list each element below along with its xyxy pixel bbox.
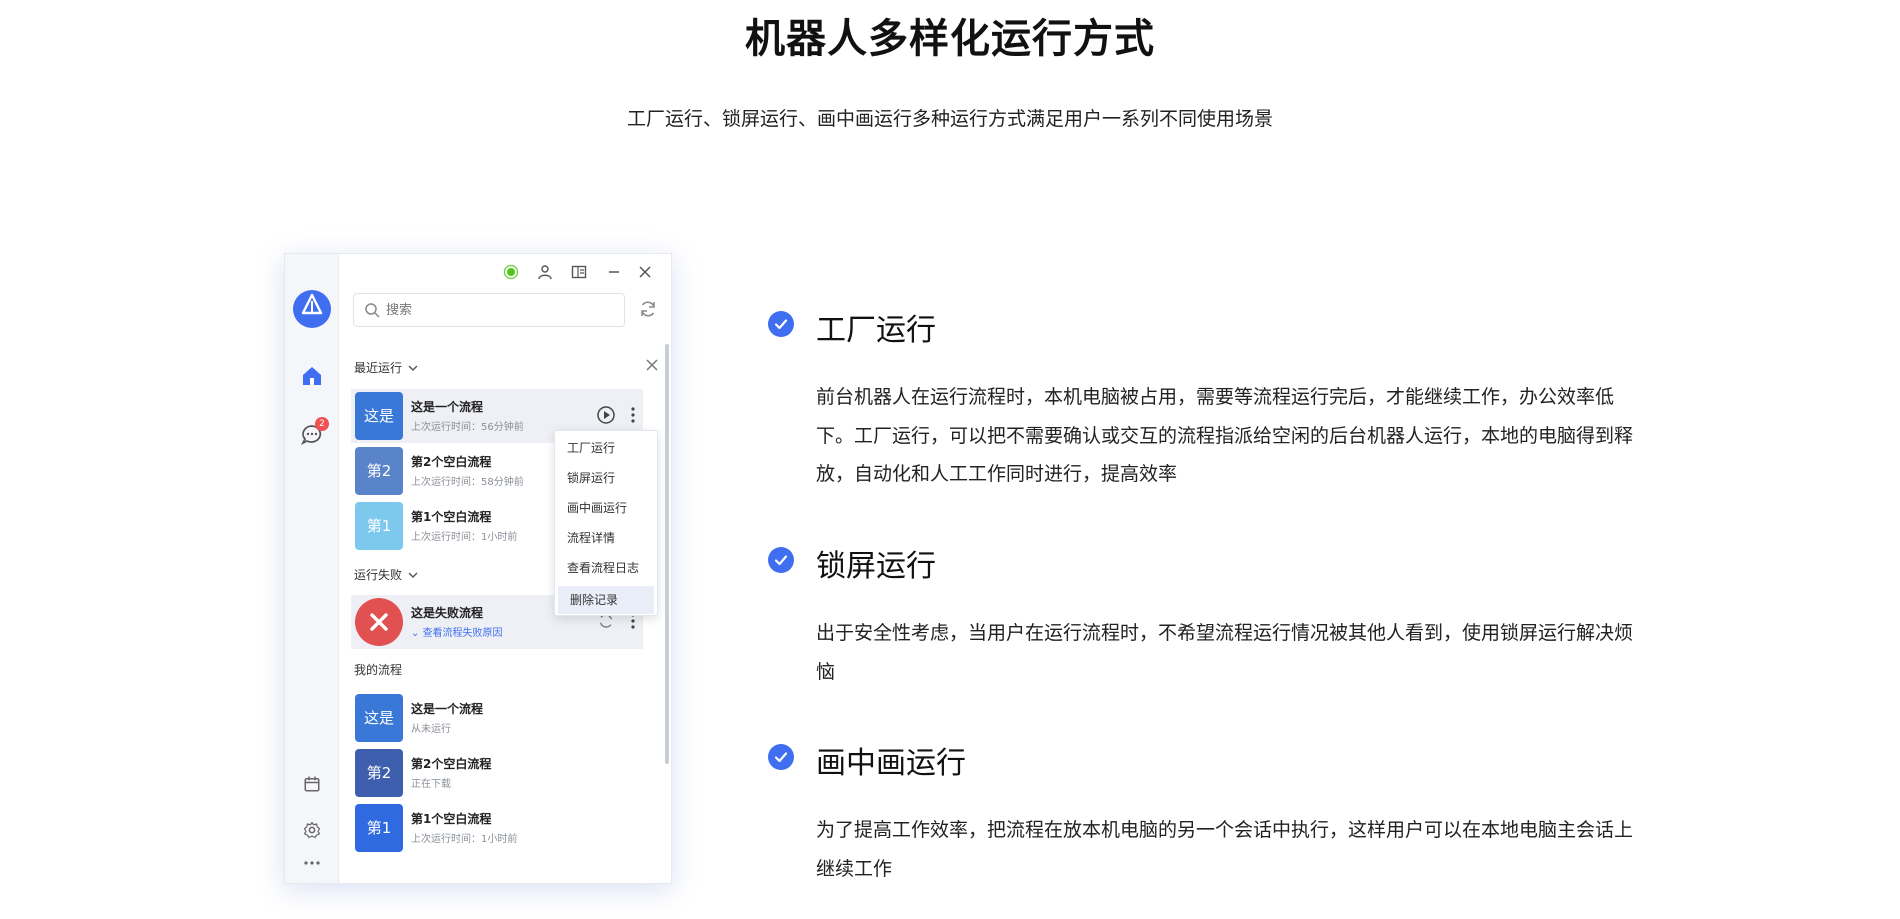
flow-thumb: 第1: [355, 502, 403, 550]
search-icon: [364, 302, 380, 322]
chevron-down-icon: [408, 365, 418, 371]
recent-section-label[interactable]: 最近运行: [354, 359, 418, 376]
title-bar: [339, 254, 671, 290]
list-item[interactable]: 这是 这是一个流程 从未运行: [351, 691, 643, 745]
list-item[interactable]: 第2 第2个空白流程 正在下载: [351, 746, 643, 800]
search-box[interactable]: [353, 293, 625, 327]
user-icon[interactable]: [536, 263, 554, 281]
flow-thumb: 这是: [355, 694, 403, 742]
more-icon[interactable]: [299, 850, 325, 876]
flow-subtitle: 从未运行: [411, 724, 451, 735]
check-circle-icon: [768, 744, 794, 770]
feature-title: 工厂运行: [816, 313, 936, 348]
error-icon: [355, 598, 403, 646]
flow-thumb: 第1: [355, 804, 403, 852]
app-logo[interactable]: [293, 290, 331, 328]
flow-title: 第2个空白流程: [411, 455, 492, 469]
message-badge: 2: [315, 417, 329, 431]
check-circle-icon: [768, 311, 794, 337]
flow-title: 第1个空白流程: [411, 812, 492, 826]
menu-item-flow-details[interactable]: 流程详情: [555, 524, 657, 552]
feature-description: 为了提高工作效率，把流程在放本机电脑的另一个会话中执行，这样用户可以在本地电脑主…: [816, 819, 1634, 880]
feature-title: 锁屏运行: [816, 549, 936, 584]
failed-section-label[interactable]: 运行失败: [354, 566, 418, 583]
menu-item-delete-record[interactable]: 删除记录: [558, 586, 654, 614]
flow-thumb: 第2: [355, 749, 403, 797]
logo-icon: [301, 293, 323, 315]
menu-item-factory-run[interactable]: 工厂运行: [555, 434, 657, 462]
close-recent-icon[interactable]: [645, 357, 659, 376]
calendar-icon[interactable]: [299, 771, 325, 797]
flow-subtitle: 上次运行时间：56分钟前: [411, 422, 524, 433]
feature-description: 前台机器人在运行流程时，本机电脑被占用，需要等流程运行完后，才能继续工作，办公效…: [816, 386, 1634, 485]
minimize-icon[interactable]: [605, 263, 623, 281]
menu-item-lock-screen-run[interactable]: 锁屏运行: [555, 464, 657, 492]
flow-subtitle: 上次运行时间：1小时前: [411, 834, 518, 845]
page-title: 机器人多样化运行方式: [745, 16, 1155, 62]
list-item[interactable]: 第1 第1个空白流程 上次运行时间：1小时前: [351, 801, 643, 855]
close-icon[interactable]: [636, 263, 654, 281]
my-flows-section-label: 我的流程: [354, 663, 403, 677]
chevron-down-icon: ⌄: [411, 628, 423, 639]
feature-title: 画中画运行: [816, 746, 966, 781]
flow-title: 这是一个流程: [411, 400, 484, 414]
flow-subtitle: 上次运行时间：58分钟前: [411, 477, 524, 488]
menu-item-pip-run[interactable]: 画中画运行: [555, 494, 657, 522]
app-window-preview: 2 搜索 最近运行 这是 这是一个流程 上次运行时间：56分钟前 第2 第2个空…: [284, 253, 672, 884]
flow-subtitle: 上次运行时间：1小时前: [411, 532, 518, 543]
flow-thumb: 第2: [355, 447, 403, 495]
more-vertical-icon[interactable]: [622, 404, 644, 426]
chevron-down-icon: [408, 572, 418, 578]
flow-title: 这是一个流程: [411, 702, 484, 716]
home-icon[interactable]: [299, 363, 325, 389]
flow-title: 这是失败流程: [411, 606, 484, 620]
context-menu: 工厂运行 锁屏运行 画中画运行 流程详情 查看流程日志 删除记录: [554, 430, 658, 616]
side-rail: 2: [285, 254, 339, 883]
page-subtitle: 工厂运行、锁屏运行、画中画运行多种运行方式满足用户一系列不同使用场景: [626, 108, 1273, 130]
scrollbar[interactable]: [665, 344, 669, 764]
gear-icon[interactable]: [299, 817, 325, 843]
view-failure-reason-link[interactable]: ⌄ 查看流程失败原因: [411, 624, 503, 639]
flow-title: 第1个空白流程: [411, 510, 492, 524]
search-input[interactable]: [386, 300, 606, 320]
check-circle-icon: [768, 547, 794, 573]
flow-title: 第2个空白流程: [411, 757, 492, 771]
flow-thumb: 这是: [355, 392, 403, 440]
play-icon[interactable]: [595, 404, 617, 426]
flow-subtitle: 正在下载: [411, 779, 451, 790]
layout-icon[interactable]: [570, 263, 588, 281]
menu-item-view-log[interactable]: 查看流程日志: [555, 554, 657, 582]
feature-description: 出于安全性考虑，当用户在运行流程时，不希望流程运行情况被其他人看到，使用锁屏运行…: [816, 622, 1634, 683]
refresh-icon[interactable]: [638, 299, 658, 323]
status-dot-icon: [502, 263, 520, 281]
message-icon[interactable]: 2: [299, 417, 329, 448]
